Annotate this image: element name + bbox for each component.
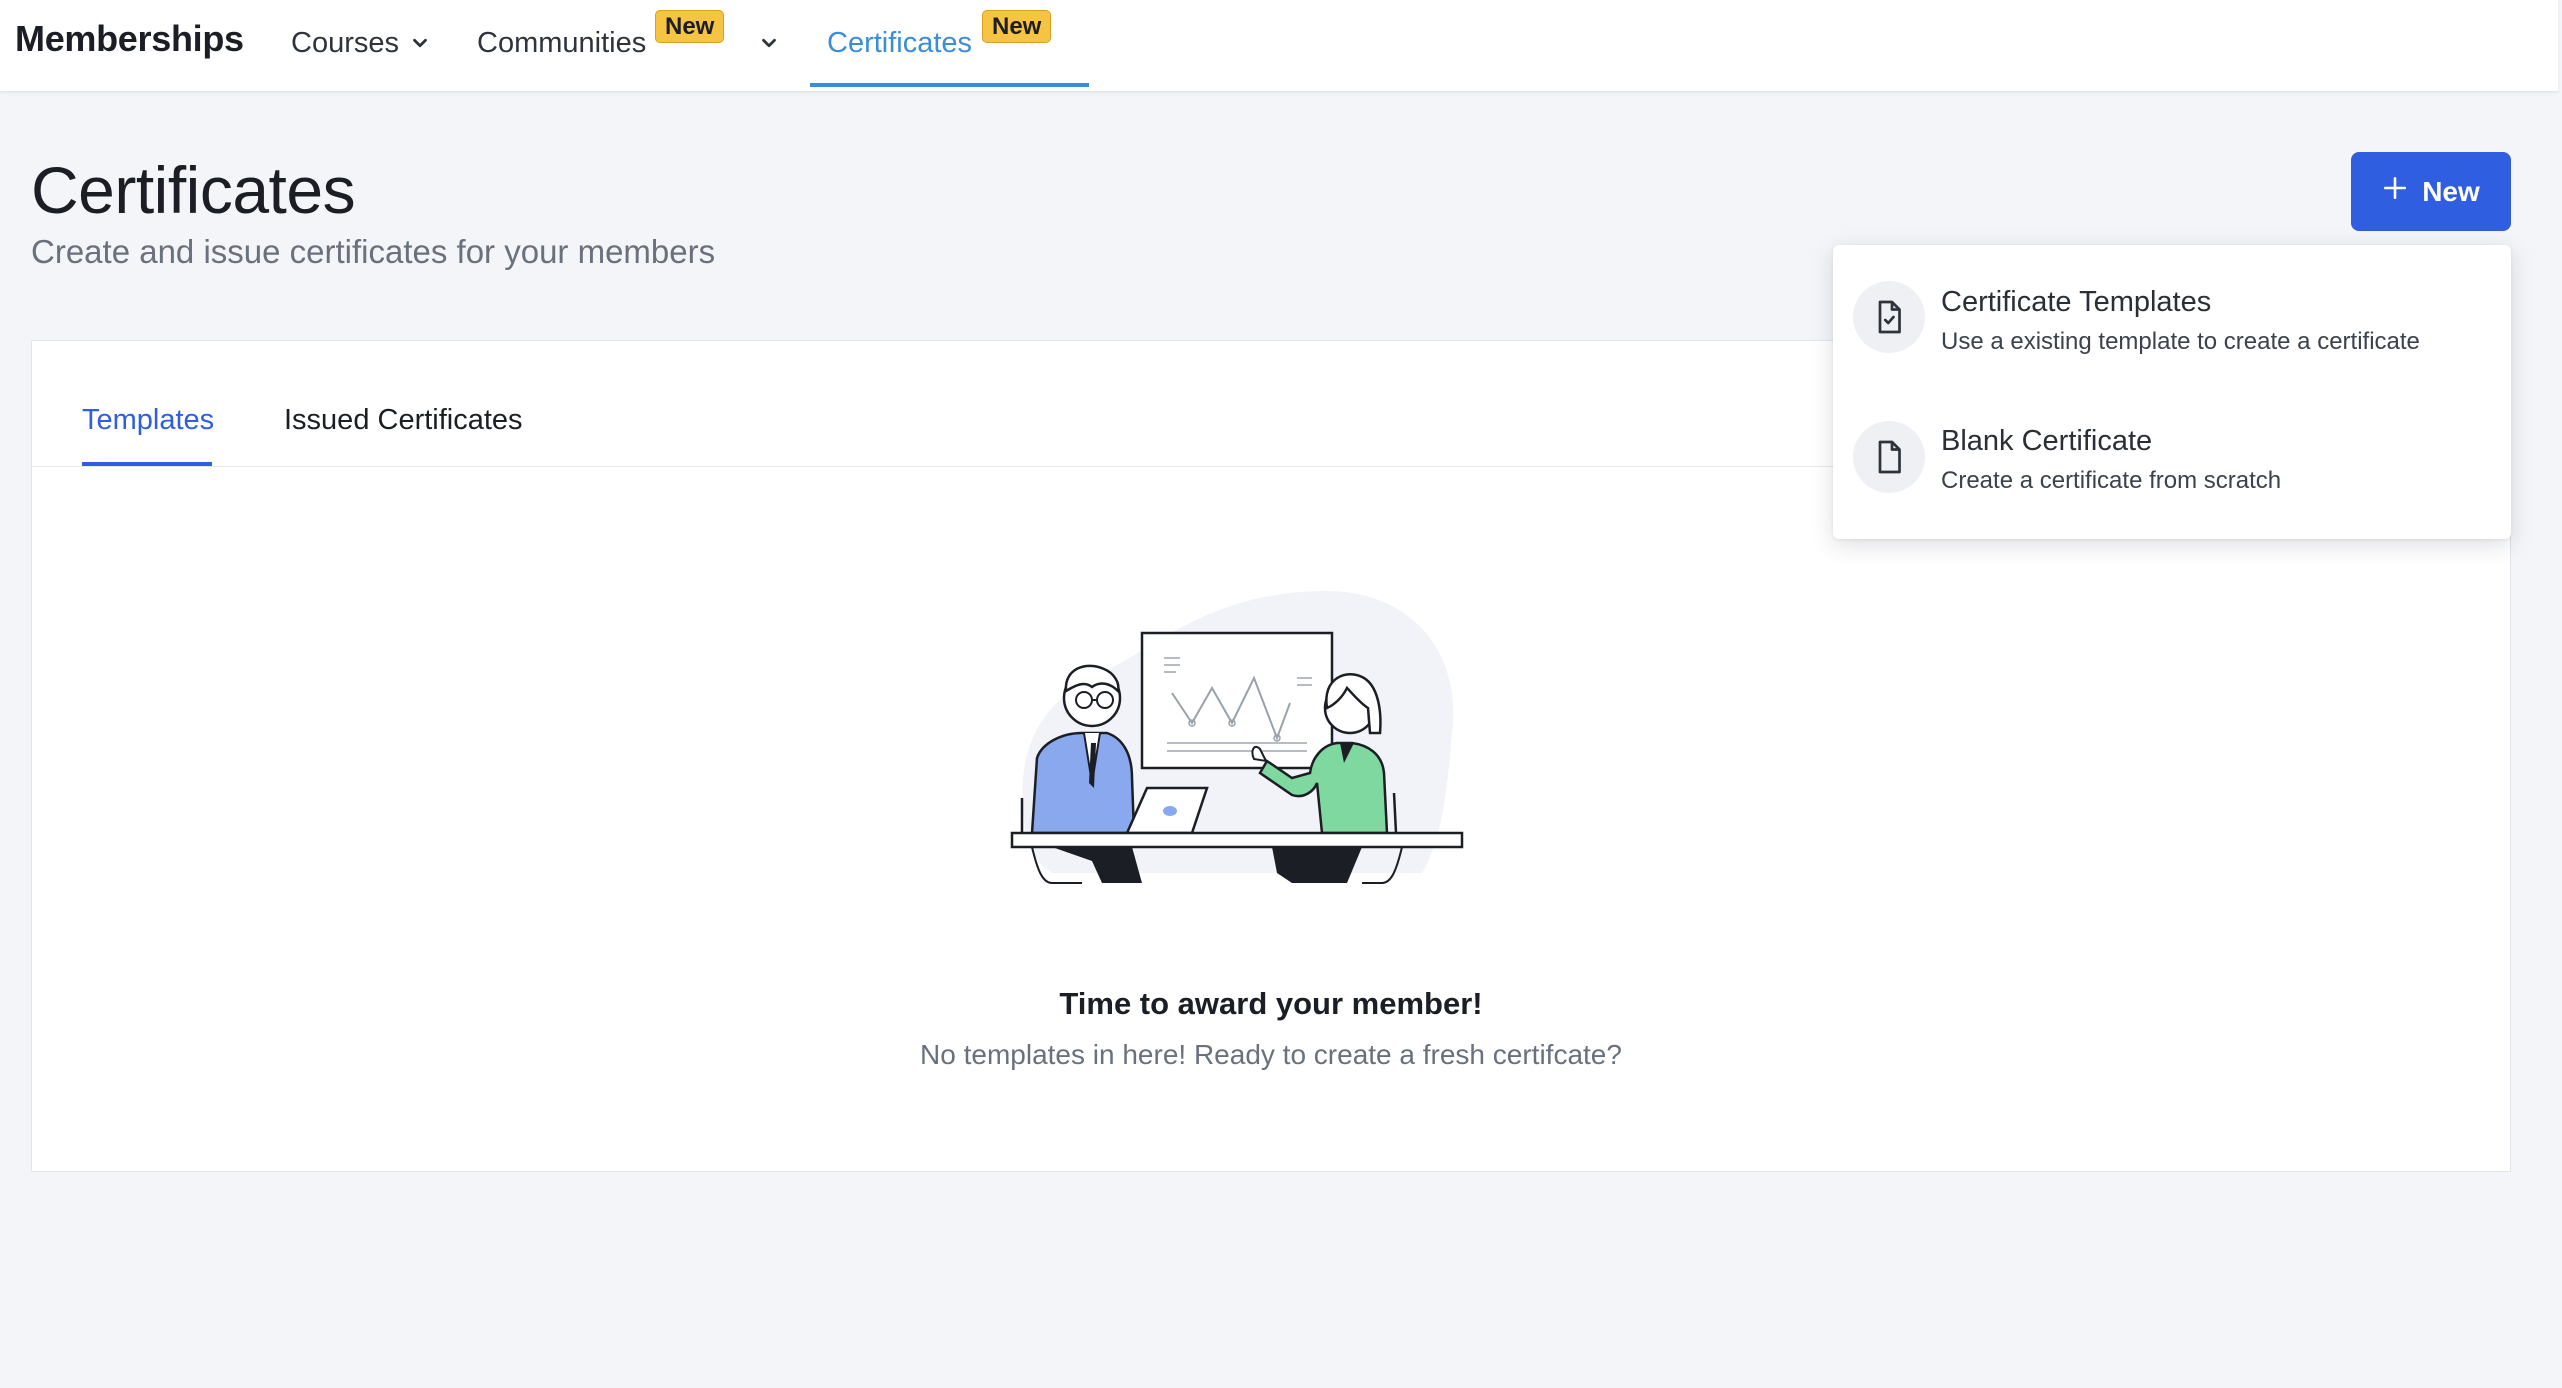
nav-item-courses[interactable]: Courses xyxy=(291,27,399,60)
new-badge: New xyxy=(655,10,725,43)
page-title: Certificates xyxy=(31,153,356,227)
top-navigation: Memberships Courses Communities New Cert… xyxy=(0,0,2558,92)
page-subtitle: Create and issue certificates for your m… xyxy=(31,233,716,270)
new-dropdown-menu: Certificate Templates Use a existing tem… xyxy=(1833,245,2511,539)
chevron-down-icon[interactable] xyxy=(758,32,780,54)
empty-state-description: No templates in here! Ready to create a … xyxy=(920,1039,1622,1070)
menu-item-description: Create a certificate from scratch xyxy=(1941,467,2282,494)
chevron-down-icon[interactable] xyxy=(409,32,431,54)
menu-item-certificate-templates[interactable]: Certificate Templates Use a existing tem… xyxy=(1833,245,2511,385)
plus-icon xyxy=(2382,175,2408,208)
menu-item-blank-certificate[interactable]: Blank Certificate Create a certificate f… xyxy=(1833,385,2511,525)
empty-state-title: Time to award your member! xyxy=(1059,986,1483,1021)
new-button[interactable]: New xyxy=(2351,152,2511,231)
file-icon xyxy=(1853,421,1925,493)
nav-item-communities[interactable]: Communities xyxy=(477,27,646,60)
file-check-icon xyxy=(1853,281,1925,353)
active-tab-indicator xyxy=(82,462,212,466)
tab-issued-certificates[interactable]: Issued Certificates xyxy=(284,404,523,437)
menu-item-title: Certificate Templates xyxy=(1941,286,2212,318)
nav-item-certificates[interactable]: Certificates xyxy=(827,27,972,60)
new-badge: New xyxy=(982,10,1052,43)
tab-templates[interactable]: Templates xyxy=(82,404,214,437)
new-button-label: New xyxy=(2422,175,2480,207)
empty-state-illustration xyxy=(992,583,1482,893)
menu-item-description: Use a existing template to create a cert… xyxy=(1941,328,2420,355)
menu-item-title: Blank Certificate xyxy=(1941,425,2153,457)
app-title[interactable]: Memberships xyxy=(15,18,244,60)
active-nav-indicator xyxy=(810,83,1089,87)
